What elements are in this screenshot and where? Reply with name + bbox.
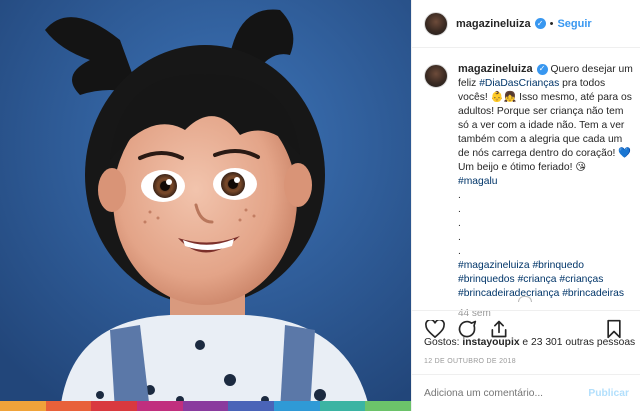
caption-dot-lines: . . . . . [458, 189, 634, 259]
post-caption: magazineluiza ✓ Quero desejar um feliz #D… [424, 62, 634, 321]
share-icon [491, 320, 507, 337]
rainbow-band [274, 401, 320, 411]
hashtag-link[interactable]: #crianças [559, 274, 603, 285]
rainbow-band [228, 401, 275, 411]
verified-badge-icon: ✓ [534, 18, 546, 29]
caption-text-part: pra todos vocês! 👶👧 Isso mesmo, até para… [458, 78, 632, 173]
likes-prefix: Gostos: [424, 337, 463, 348]
follow-button[interactable]: Seguir [557, 18, 591, 30]
header-username[interactable]: magazineluiza [456, 18, 531, 30]
caption-text: magazineluiza ✓ Quero desejar um feliz #D… [458, 62, 634, 321]
verified-badge-icon: ✓ [536, 63, 548, 75]
rainbow-band [91, 401, 138, 411]
rainbow-stripe [0, 401, 411, 411]
rainbow-band [182, 401, 229, 411]
likes-user-link[interactable]: instayoupix [462, 337, 519, 348]
header-separator: • [549, 17, 554, 30]
rainbow-band [365, 401, 411, 411]
bookmark-icon [607, 319, 621, 339]
rainbow-band [45, 401, 92, 411]
comment-box: Publicar [412, 374, 640, 411]
hashtag-link[interactable]: #magazineluiza [458, 260, 530, 271]
avatar[interactable] [424, 64, 448, 88]
hashtag-link[interactable]: #DiaDasCrianças [479, 78, 559, 89]
avatar[interactable] [424, 11, 448, 36]
post-image[interactable] [0, 0, 411, 411]
rainbow-band [319, 401, 366, 411]
comment-input[interactable] [424, 387, 589, 399]
rainbow-band [0, 401, 46, 411]
publish-button[interactable]: Publicar [588, 388, 629, 399]
hashtag-link[interactable]: #brincadeiradecriança [458, 288, 559, 299]
heart-icon [425, 319, 445, 338]
comment-icon [458, 320, 477, 337]
dot-line: . [458, 204, 461, 215]
loading-spinner-icon [518, 296, 532, 302]
child-character-illustration [0, 0, 411, 411]
caption-username[interactable]: magazineluiza [458, 63, 533, 75]
hashtag-link[interactable]: #brinquedos [458, 274, 515, 285]
instagram-post: magazineluiza ✓ • Seguir magazineluiza ✓ … [0, 0, 640, 411]
hashtag-link[interactable]: #brinquedo [532, 260, 584, 271]
likes-suffix[interactable]: e 23 301 outras pessoas [520, 337, 635, 348]
dot-line: . [458, 218, 461, 229]
dot-line: . [458, 246, 461, 257]
post-date[interactable]: 12 DE OUTUBRO DE 2018 [424, 358, 516, 365]
post-sidebar: magazineluiza ✓ • Seguir magazineluiza ✓ … [411, 0, 640, 411]
post-header: magazineluiza ✓ • Seguir [412, 0, 640, 48]
dot-line: . [458, 232, 461, 243]
rainbow-band [137, 401, 183, 411]
hashtag-link[interactable]: #magalu [458, 176, 498, 187]
hashtag-link[interactable]: #criança [518, 274, 557, 285]
hashtag-list: #magazineluiza #brinquedo #brinquedos #c… [458, 259, 634, 301]
dot-line: . [458, 190, 461, 201]
hashtag-link[interactable]: #brincadeiras [562, 288, 624, 299]
likes-line: Gostos: instayoupix e 23 301 outras pess… [424, 337, 635, 348]
